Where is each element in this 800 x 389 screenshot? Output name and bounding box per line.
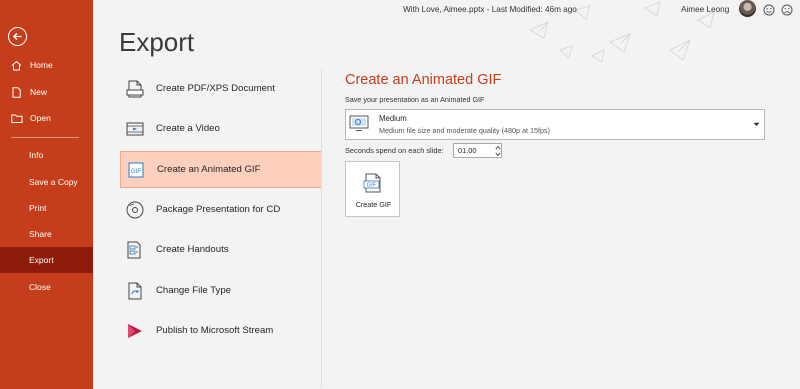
create-gif-button[interactable]: GIF Create GIF — [345, 161, 400, 217]
export-option-label: Create Handouts — [156, 244, 229, 255]
smiley-feedback-icon[interactable] — [763, 4, 775, 16]
gif-panel-subtitle: Save your presentation as an Animated GI… — [345, 95, 485, 104]
sidebar-item-save-a-copy[interactable]: Save a Copy — [0, 169, 93, 195]
export-option-publish-stream[interactable]: Publish to Microsoft Stream — [120, 312, 322, 349]
page-title: Export — [119, 27, 195, 57]
gif-panel-title: Create an Animated GIF — [345, 72, 502, 88]
sidebar-item-label: Open — [30, 113, 51, 123]
document-icon — [124, 78, 146, 100]
seconds-per-slide-input[interactable] — [458, 145, 492, 156]
avatar[interactable] — [739, 0, 756, 17]
export-option-pdf[interactable]: Create PDF/XPS Document — [120, 70, 322, 107]
sidebar-item-home[interactable]: Home — [0, 52, 93, 78]
stream-icon — [124, 320, 146, 342]
seconds-per-slide-spinner — [453, 143, 502, 158]
sidebar-item-label: Close — [29, 282, 51, 292]
svg-text:GIF: GIF — [131, 169, 141, 175]
sidebar-item-print[interactable]: Print — [0, 195, 93, 221]
panel-divider — [321, 70, 322, 388]
export-option-change-file-type[interactable]: Change File Type — [120, 272, 322, 309]
quality-dropdown[interactable]: Medium Medium file size and moderate qua… — [345, 109, 765, 140]
film-icon — [124, 118, 146, 140]
sidebar-item-label: Save a Copy — [29, 177, 78, 187]
gif-icon: GIF — [363, 173, 381, 193]
export-option-label: Create an Animated GIF — [157, 164, 261, 175]
back-arrow-icon[interactable] — [8, 27, 27, 46]
change-file-icon — [124, 280, 146, 302]
sidebar-item-share[interactable]: Share — [0, 221, 93, 247]
sidebar-item-info[interactable]: Info — [0, 142, 93, 168]
sidebar-item-label: Export — [29, 255, 54, 265]
user-name[interactable]: Aimee Leong — [681, 5, 729, 14]
sidebar-item-label: New — [30, 87, 48, 97]
export-option-handouts[interactable]: Create Handouts — [120, 231, 322, 268]
handouts-icon — [124, 239, 146, 261]
export-option-video[interactable]: Create a Video — [120, 110, 322, 147]
seconds-per-slide-label: Seconds spend on each slide: — [345, 146, 444, 155]
sidebar-item-label: Share — [29, 229, 52, 239]
sidebar-item-label: Home — [30, 60, 53, 70]
chevron-down-icon[interactable] — [753, 122, 760, 127]
disc-icon — [124, 199, 146, 221]
gif-icon: GIF — [125, 159, 147, 181]
folder-icon — [11, 113, 25, 124]
quality-dropdown-description: Medium file size and moderate quality (4… — [379, 126, 550, 135]
sidebar-item-label: Print — [29, 203, 47, 213]
spin-down-icon[interactable] — [495, 151, 501, 157]
create-gif-button-label: Create GIF — [355, 200, 392, 209]
new-document-icon — [11, 86, 25, 98]
sidebar-divider — [11, 137, 79, 138]
sidebar-item-new[interactable]: New — [0, 79, 93, 105]
export-option-label: Create a Video — [156, 123, 220, 134]
export-option-label: Create PDF/XPS Document — [156, 83, 275, 94]
sidebar-item-export[interactable]: Export — [0, 247, 93, 273]
export-option-label: Package Presentation for CD — [156, 204, 281, 215]
home-icon — [11, 60, 25, 71]
export-option-label: Publish to Microsoft Stream — [156, 325, 274, 336]
quality-dropdown-title: Medium — [379, 114, 407, 123]
export-option-label: Change File Type — [156, 285, 232, 296]
export-option-animated-gif[interactable]: GIF Create an Animated GIF — [120, 151, 322, 188]
svg-text:GIF: GIF — [367, 183, 377, 189]
backstage-sidebar: Home New Open Info Save a Copy Print Sha… — [0, 0, 93, 389]
sidebar-item-close[interactable]: Close — [0, 274, 93, 300]
export-option-package-cd[interactable]: Package Presentation for CD — [120, 191, 322, 228]
frown-feedback-icon[interactable] — [781, 4, 793, 16]
monitor-icon — [349, 115, 369, 131]
document-title: With Love, Aimee.pptx - Last Modified: 4… — [403, 5, 577, 14]
sidebar-item-open[interactable]: Open — [0, 105, 93, 131]
sidebar-item-label: Info — [29, 150, 44, 160]
